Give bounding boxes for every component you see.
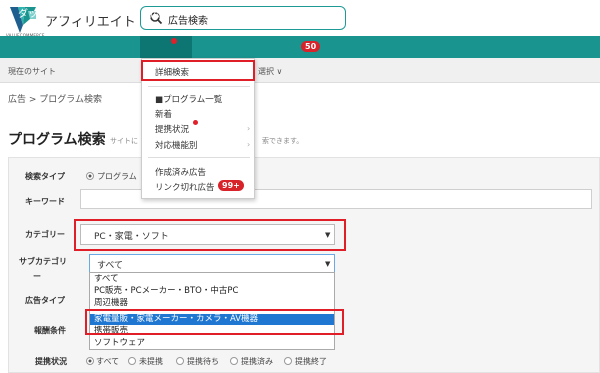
page-description-end: 索できます。 xyxy=(262,137,304,145)
menu-item-support-features[interactable]: 対応機能別 xyxy=(155,139,198,151)
broken-links-badge: 99+ xyxy=(218,180,244,191)
status-radio-ended[interactable] xyxy=(284,357,292,365)
menu-separator xyxy=(148,86,250,87)
notification-dot xyxy=(193,120,198,125)
ad-type-label: 広告タイプ xyxy=(25,296,65,305)
menu-item-created-ads[interactable]: 作成済み広告 xyxy=(155,166,206,178)
status-waiting-label: 提携待ち xyxy=(187,357,219,366)
subcategory-select-value: すべて xyxy=(97,261,124,271)
dropdown-option[interactable]: すべて xyxy=(90,274,334,285)
status-partnered-label: 提携済み xyxy=(241,357,273,366)
subcategory-label: サブカテゴリ xyxy=(19,257,67,266)
partnership-status-label: 提携状況 xyxy=(35,357,67,366)
dropdown-option[interactable]: ソフトウェア xyxy=(90,338,334,349)
page-description: サイトに xyxy=(110,137,138,145)
search-input[interactable]: 広告検索 xyxy=(168,12,208,27)
subcategory-select[interactable]: すべて ▼ xyxy=(89,254,335,273)
menu-separator xyxy=(148,157,250,158)
breadcrumb[interactable]: 広告 > プログラム検索 xyxy=(8,92,102,105)
search-box[interactable]: 広告検索 xyxy=(140,6,346,30)
search-type-radio-program[interactable] xyxy=(86,172,94,180)
nav-dashboard[interactable]: ダッシュボード xyxy=(18,5,88,20)
subcategory-label-cont: ー xyxy=(33,272,41,281)
status-radio-partnered[interactable] xyxy=(230,357,238,365)
menu-item-broken-links[interactable]: リンク切れ広告 xyxy=(155,181,215,193)
menu-item-new[interactable]: 新着 xyxy=(155,108,172,120)
caret-down-icon: ▼ xyxy=(325,231,331,239)
message-count-badge: 50 xyxy=(301,41,321,52)
status-radio-unpartnered[interactable] xyxy=(128,357,136,365)
nav-ads[interactable]: 広告 xyxy=(150,5,170,20)
category-label: カテゴリー xyxy=(25,230,65,239)
site-selector-bar xyxy=(0,58,600,83)
page-title: プログラム検索 xyxy=(8,132,106,148)
detail-search-highlight xyxy=(141,60,255,81)
category-select-value: PC・家電・ソフト xyxy=(94,232,169,242)
menu-item-partnership-status[interactable]: 提携状況 xyxy=(155,123,189,135)
nav-tools[interactable]: ツール xyxy=(203,5,233,20)
status-unpartnered-label: 未提携 xyxy=(139,357,163,366)
status-ended-label: 提携終了 xyxy=(295,357,327,366)
chevron-right-icon: › xyxy=(247,140,251,149)
caret-down-icon: ▼ xyxy=(325,260,331,268)
nav-active-highlight xyxy=(140,36,192,58)
nav-report[interactable]: レポート xyxy=(97,5,137,20)
keyword-label: キーワード xyxy=(25,197,65,206)
nav-messages[interactable]: メッセージ xyxy=(257,5,307,20)
status-radio-all[interactable] xyxy=(86,357,94,365)
search-type-program-label: プログラム xyxy=(97,172,137,181)
chevron-right-icon: › xyxy=(247,124,251,133)
search-type-label: 検索タイプ xyxy=(25,172,65,181)
dropdown-option[interactable]: PC販売・PCメーカー・BTO・中古PC xyxy=(90,286,334,297)
reward-condition-label: 報酬条件 xyxy=(34,326,66,335)
chevron-down-icon: ▼ xyxy=(180,7,186,15)
main-nav xyxy=(0,36,600,58)
current-site-label: 現在のサイト xyxy=(8,67,56,76)
chevron-down-icon: ▼ xyxy=(233,7,239,15)
notification-dot xyxy=(171,38,177,44)
status-radio-waiting[interactable] xyxy=(176,357,184,365)
dropdown-option[interactable]: 周辺機器 xyxy=(90,298,334,309)
status-all-label: すべて xyxy=(96,357,120,366)
selected-option-highlight xyxy=(85,309,344,335)
site-select-dropdown[interactable]: 選択 ∨ xyxy=(258,66,282,77)
category-select[interactable]: PC・家電・ソフト ▼ xyxy=(80,224,335,245)
menu-item-program-list[interactable]: ■プログラム一覧 xyxy=(155,93,222,105)
